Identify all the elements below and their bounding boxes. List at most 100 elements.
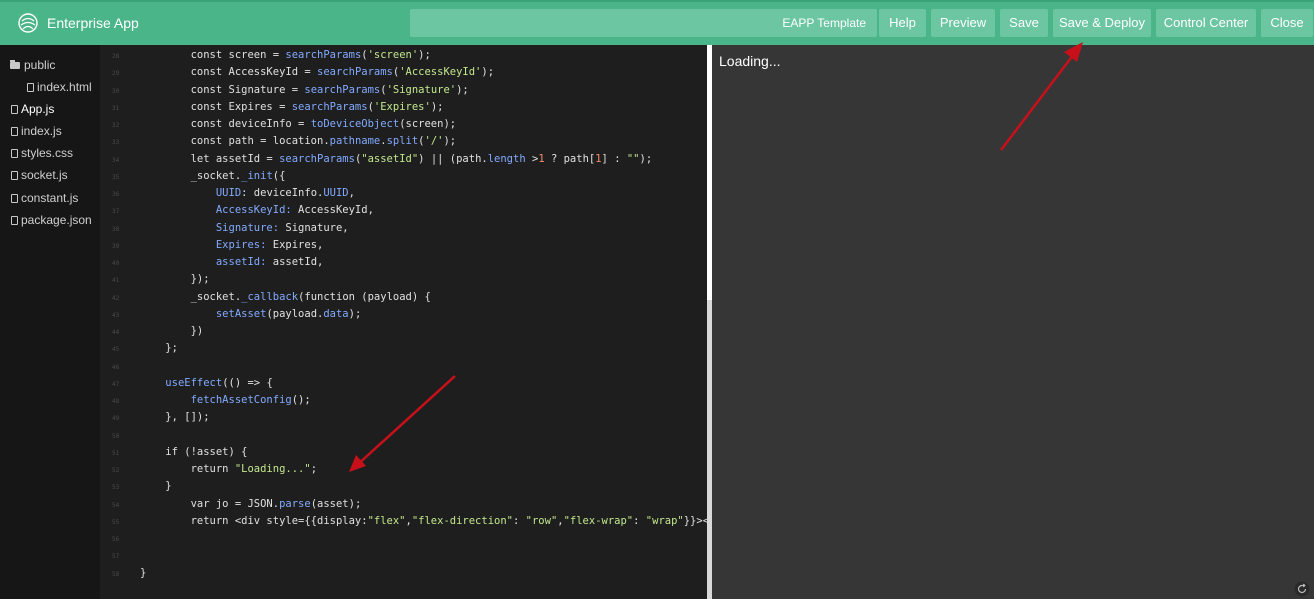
code-line: }, []); — [140, 411, 210, 424]
help-button[interactable]: Help — [879, 9, 926, 37]
tree-folder-public[interactable]: public — [10, 57, 55, 73]
code-line: } — [140, 480, 172, 493]
tree-file-index-js[interactable]: index.js — [11, 123, 62, 139]
code-line: let assetId = searchParams("assetId") ||… — [140, 152, 653, 165]
code-line: if (!asset) { — [140, 445, 248, 458]
code-line: _socket._callback(function (payload) { — [140, 290, 431, 303]
line-number: 29 — [112, 70, 120, 78]
line-number: 35 — [112, 173, 120, 181]
tree-item-label: package.json — [21, 213, 92, 227]
code-line: assetId: assetId, — [215, 256, 324, 268]
line-number: 36 — [112, 191, 120, 198]
line-number: 48 — [112, 398, 120, 405]
code-line: return <div style={{display:"flex","flex… — [140, 514, 707, 527]
code-line: }) — [140, 325, 204, 337]
preview-pane: Loading... — [712, 45, 1314, 599]
code-line: const deviceInfo = toDeviceObject(screen… — [140, 118, 457, 130]
top-bar: Enterprise App EAPP Template Help Previe… — [0, 0, 1314, 45]
file-icon — [11, 194, 18, 203]
line-number: 34 — [112, 156, 120, 164]
line-number: 44 — [112, 329, 120, 336]
preview-loading-text: Loading... — [719, 53, 781, 69]
code-line: return "Loading..."; — [140, 463, 318, 475]
tree-item-label: constant.js — [21, 191, 79, 205]
line-number: 30 — [112, 87, 120, 95]
line-number: 46 — [112, 363, 120, 371]
template-selector[interactable]: EAPP Template — [410, 9, 877, 37]
code-line: fetchAssetConfig(); — [190, 394, 311, 406]
tree-file-index-html[interactable]: index.html — [27, 79, 92, 95]
code-line: const Expires = searchParams('Expires'); — [140, 100, 444, 113]
code-line: _socket._init({ — [140, 169, 286, 182]
file-icon — [11, 216, 18, 225]
tree-item-label: index.html — [37, 80, 92, 94]
control-center-button[interactable]: Control Center — [1156, 9, 1256, 37]
code-editor[interactable]: 28 29 30 31 32 33 34 35 36 37 38 39 40 41 42 43 44 45 46 47… — [100, 45, 707, 599]
line-number: 39 — [112, 242, 120, 250]
app-logo-icon — [18, 13, 38, 33]
line-number: 51 — [112, 449, 120, 457]
folder-icon — [10, 60, 20, 69]
line-number: 52 — [112, 467, 120, 474]
code-line: } — [140, 566, 147, 579]
code-line: const AccessKeyId = searchParams('Access… — [140, 66, 495, 79]
code-line: const path = location.pathname.split('/'… — [140, 135, 457, 148]
code-line: AccessKeyId: AccessKeyId, — [215, 204, 374, 217]
tree-item-label: styles.css — [21, 146, 74, 160]
tree-item-label: socket.js — [21, 168, 68, 182]
tree-file-package-json[interactable]: package.json — [11, 212, 92, 228]
line-number: 32 — [112, 122, 120, 129]
top-accent-line — [0, 0, 1314, 2]
file-explorer: public index.html App.js index.js styles… — [0, 45, 100, 599]
line-number: 57 — [112, 553, 120, 561]
tree-item-label: App.js — [21, 102, 55, 116]
tree-file-constant-js[interactable]: constant.js — [11, 190, 78, 206]
code-line: setAsset(payload.data); — [215, 307, 362, 320]
line-number: 42 — [112, 294, 120, 302]
line-number: 54 — [112, 501, 120, 509]
line-number: 47 — [112, 380, 120, 388]
line-number: 49 — [112, 415, 120, 423]
template-label: EAPP Template — [782, 16, 866, 30]
save-button[interactable]: Save — [1000, 9, 1048, 37]
tree-file-styles-css[interactable]: styles.css — [11, 145, 73, 161]
line-number: 28 — [112, 53, 120, 60]
line-number: 45 — [112, 346, 120, 354]
preview-button[interactable]: Preview — [931, 9, 995, 37]
file-icon — [11, 149, 18, 158]
code-line: Expires: Expires, — [215, 238, 324, 251]
line-number: 33 — [112, 139, 120, 147]
line-number: 41 — [112, 277, 120, 285]
file-icon — [27, 83, 34, 92]
line-number: 43 — [112, 311, 120, 319]
app-title: Enterprise App — [47, 15, 139, 31]
tree-file-app-js[interactable]: App.js — [11, 101, 54, 117]
save-deploy-button[interactable]: Save & Deploy — [1053, 9, 1151, 37]
line-number: 55 — [112, 518, 120, 526]
file-icon — [11, 171, 18, 180]
file-icon — [11, 127, 18, 136]
line-number: 53 — [112, 484, 120, 492]
close-button[interactable]: Close — [1261, 9, 1313, 37]
code-line: const screen = searchParams('screen'); — [140, 49, 431, 61]
tree-item-label: public — [24, 58, 56, 72]
code-line: const Signature = searchParams('Signatur… — [140, 83, 469, 96]
line-number: 50 — [112, 432, 120, 440]
code-line: useEffect(() => { — [165, 376, 273, 389]
line-number: 40 — [112, 260, 120, 267]
code-line: }; — [140, 342, 178, 355]
refresh-icon[interactable] — [1294, 581, 1310, 597]
code-line: var jo = JSON.parse(asset); — [140, 497, 362, 510]
code-line: Signature: Signature, — [215, 221, 349, 234]
tree-file-socket-js[interactable]: socket.js — [11, 167, 68, 183]
line-number: 37 — [112, 208, 120, 216]
line-number-gutter: 28 29 30 31 32 33 34 35 36 37 38 39 40 41 42 43 44 45 46 47… — [100, 45, 128, 599]
code-line: UUID: deviceInfo.UUID, — [215, 187, 355, 199]
line-number: 38 — [112, 225, 120, 233]
line-number: 58 — [112, 570, 120, 578]
line-number: 31 — [112, 104, 120, 112]
code-line: }); — [140, 273, 210, 286]
tree-item-label: index.js — [21, 124, 62, 138]
line-number: 56 — [112, 536, 120, 543]
file-icon — [11, 105, 18, 114]
